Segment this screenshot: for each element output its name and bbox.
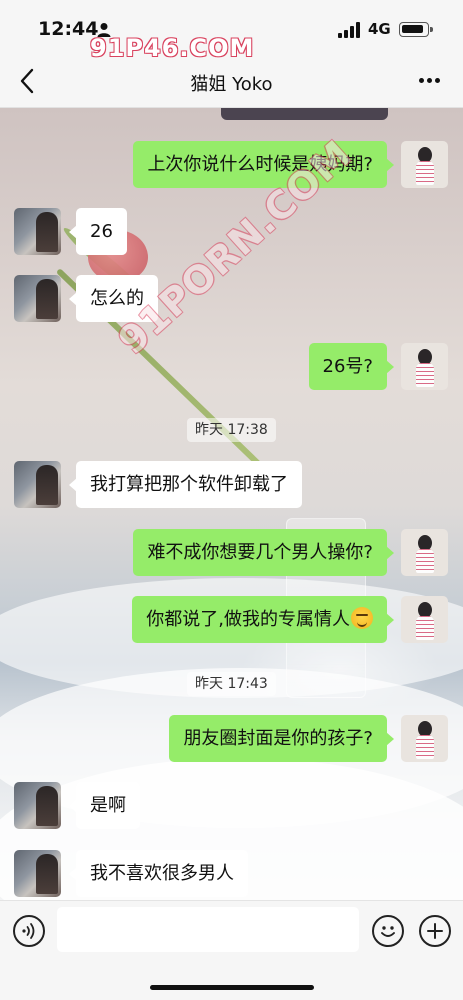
- my-avatar[interactable]: [401, 715, 448, 762]
- message-bubble-received[interactable]: 我打算把那个软件卸载了: [69, 461, 302, 508]
- signal-icon: [338, 22, 362, 38]
- my-avatar[interactable]: [401, 529, 448, 576]
- emoji-icon[interactable]: [372, 915, 404, 947]
- message-bubble-sent[interactable]: 难不成你想要几个男人操你?: [133, 529, 394, 576]
- message-bubble-received[interactable]: 是啊: [69, 782, 140, 829]
- plus-icon[interactable]: [419, 915, 451, 947]
- contact-avatar[interactable]: [14, 782, 61, 829]
- my-avatar[interactable]: [401, 596, 448, 643]
- contact-avatar[interactable]: [14, 208, 61, 255]
- network-type: 4G: [368, 20, 391, 38]
- previous-image-peek[interactable]: [221, 108, 388, 120]
- message-timestamp: 昨天 17:43: [187, 672, 276, 696]
- home-indicator: [150, 985, 314, 990]
- my-avatar[interactable]: [401, 343, 448, 390]
- message-text: 你都说了,做我的专属情人: [146, 609, 350, 630]
- chat-header: 猫姐 Yoko: [0, 56, 463, 108]
- message-bubble-received[interactable]: 我不喜欢很多男人: [69, 850, 248, 897]
- contact-avatar[interactable]: [14, 275, 61, 322]
- message-timestamp: 昨天 17:38: [187, 418, 276, 442]
- more-options-icon[interactable]: [418, 78, 442, 86]
- watermark-top: 91P46.COM: [90, 34, 255, 62]
- message-bubble-sent[interactable]: 你都说了,做我的专属情人: [132, 596, 394, 643]
- chat-title: 猫姐 Yoko: [190, 74, 273, 95]
- contact-avatar[interactable]: [14, 850, 61, 897]
- message-bubble-sent[interactable]: 26号?: [308, 343, 395, 390]
- message-input[interactable]: [57, 907, 359, 952]
- message-bubble-received[interactable]: 26: [69, 208, 127, 255]
- battery-icon: [399, 22, 433, 37]
- contact-avatar[interactable]: [14, 461, 61, 508]
- message-bubble-sent[interactable]: 朋友圈封面是你的孩子?: [169, 715, 394, 762]
- my-avatar[interactable]: [401, 141, 448, 188]
- voice-icon[interactable]: [13, 915, 45, 947]
- grinning-face-emoji-icon: [351, 607, 373, 629]
